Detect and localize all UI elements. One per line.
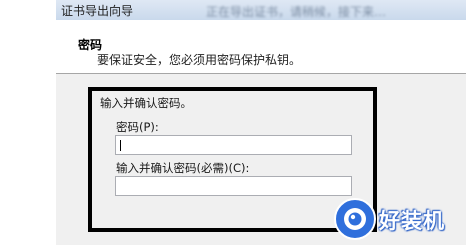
window-titlebar[interactable]: 证书导出向导 正在导出证书，请稍候，接下来… [56, 0, 466, 20]
background-margin [0, 0, 56, 245]
watermark: 好装机 [333, 197, 469, 241]
window-title-background-text: 正在导出证书，请稍候，接下来… [206, 5, 387, 19]
password-group-label: 输入并确认密码。 [100, 96, 192, 110]
confirm-password-field[interactable] [115, 176, 352, 196]
text-caret [120, 140, 121, 151]
window-title: 证书导出向导 [61, 4, 134, 18]
page-description: 要保证安全，您必须用密码保护私钥。 [97, 53, 302, 67]
wizard-header: 密码 要保证安全，您必须用密码保护私钥。 [56, 20, 466, 73]
watermark-logo-icon [334, 198, 376, 240]
password-field[interactable] [115, 135, 352, 155]
watermark-text: 好装机 [379, 209, 445, 233]
confirm-password-label: 输入并确认密码(必需)(C): [116, 161, 250, 175]
password-label: 密码(P): [116, 120, 159, 134]
